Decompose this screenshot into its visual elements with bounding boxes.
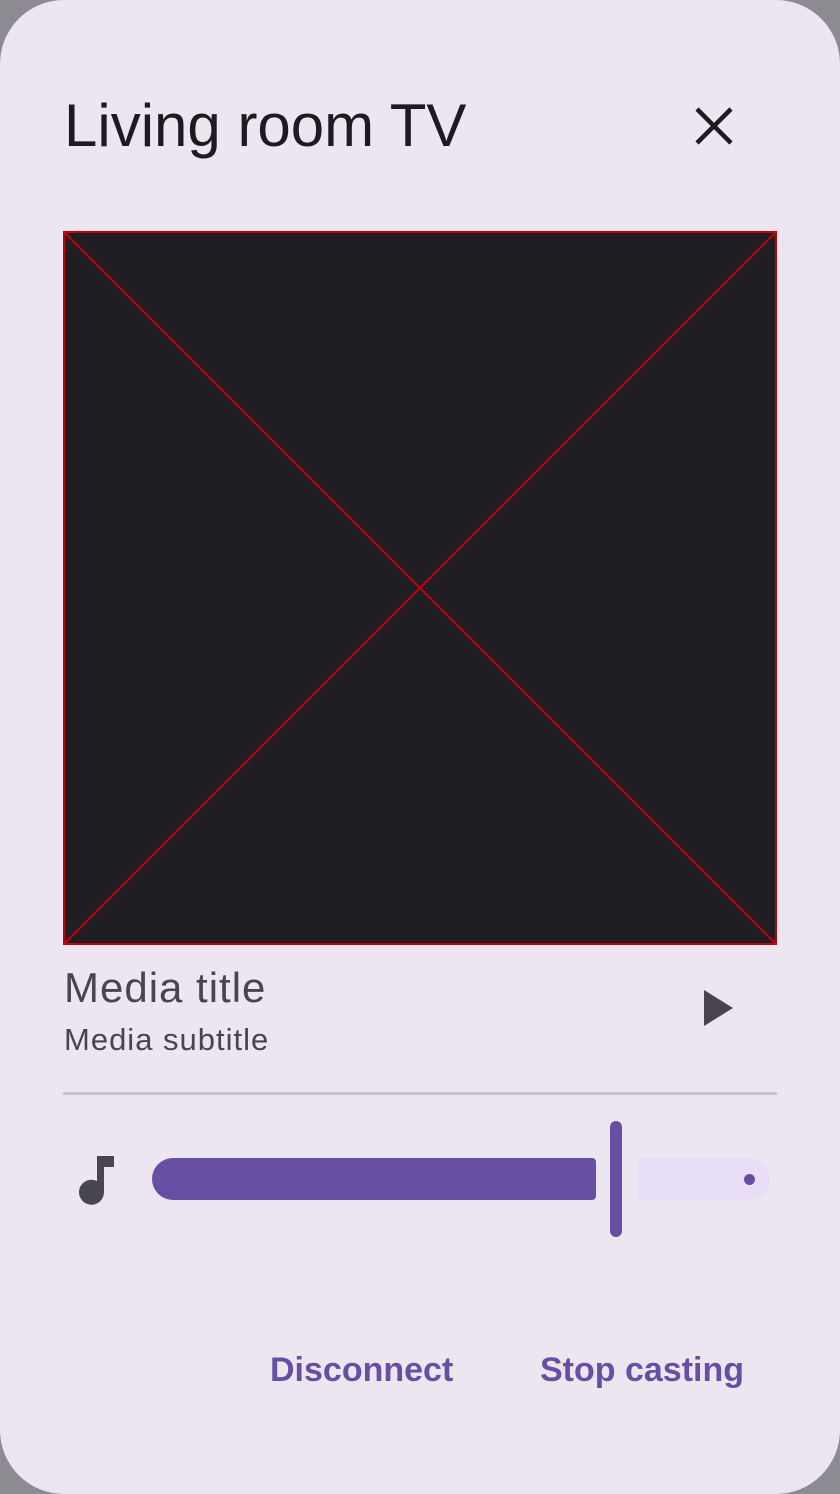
volume-slider[interactable] (150, 1118, 772, 1240)
media-artwork (63, 231, 777, 945)
close-button[interactable] (674, 86, 754, 166)
volume-slider-stop-indicator (744, 1174, 755, 1185)
cast-dialog: Living room TV Media title Media subtitl… (0, 0, 840, 1494)
stop-casting-button[interactable]: Stop casting (540, 1342, 744, 1398)
media-subtitle: Media subtitle (64, 1022, 270, 1057)
disconnect-button[interactable]: Disconnect (270, 1342, 453, 1398)
play-button[interactable] (678, 968, 758, 1048)
music-note-icon (79, 1156, 114, 1205)
placeholder-image (63, 231, 777, 945)
volume-slider-active-track (152, 1158, 596, 1200)
media-title: Media title (64, 964, 267, 1011)
dialog-title: Living room TV (64, 92, 467, 159)
volume-slider-handle[interactable] (610, 1121, 622, 1237)
close-icon (695, 107, 733, 145)
play-icon (704, 990, 733, 1026)
divider (63, 1092, 777, 1095)
